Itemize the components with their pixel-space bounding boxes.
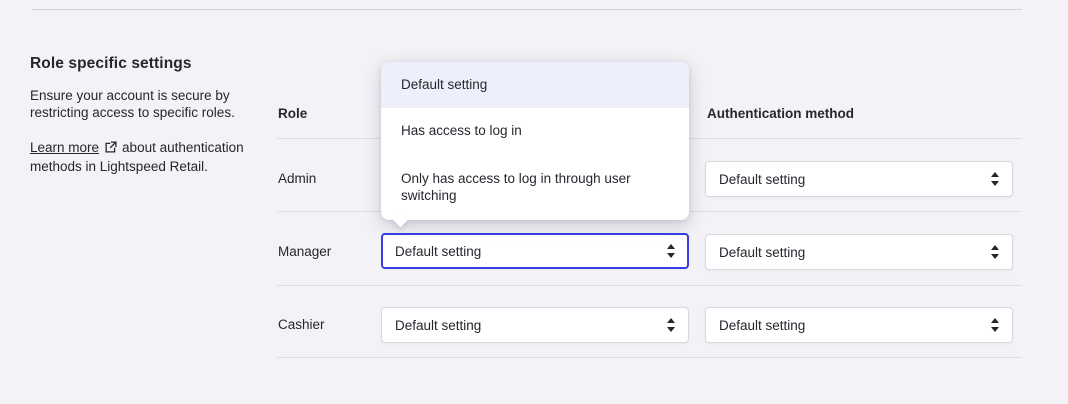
- select-arrows-icon: [991, 172, 999, 186]
- select-value: Default setting: [719, 244, 806, 260]
- select-arrows-icon: [667, 244, 675, 258]
- cashier-login-setting-select[interactable]: Default setting: [381, 307, 689, 343]
- select-value: Default setting: [719, 317, 806, 333]
- dropdown-option-default-setting[interactable]: Default setting: [381, 62, 689, 108]
- select-value: Default setting: [719, 171, 806, 187]
- row-divider: [277, 285, 1022, 286]
- page-top-divider: [32, 9, 1022, 10]
- select-value: Default setting: [395, 243, 482, 259]
- dropdown-option-has-access-to-log-in[interactable]: Has access to log in: [381, 108, 689, 155]
- section-description: Ensure your account is secure by restric…: [30, 88, 235, 120]
- column-header-authentication-method: Authentication method: [707, 106, 854, 121]
- select-arrows-icon: [991, 245, 999, 259]
- learn-more-line: Learn more about authentication methods i…: [30, 140, 244, 175]
- table-bottom-divider: [277, 357, 1022, 358]
- select-arrows-icon: [991, 318, 999, 332]
- external-link-icon: [104, 141, 117, 159]
- role-settings-intro: Role specific settings Ensure your accou…: [30, 54, 244, 175]
- row-label-cashier: Cashier: [278, 317, 325, 332]
- login-setting-dropdown-menu: Default setting Has access to log in Onl…: [381, 62, 689, 228]
- select-value: Default setting: [395, 317, 482, 333]
- learn-more-link[interactable]: Learn more: [30, 140, 101, 155]
- row-label-manager: Manager: [278, 244, 332, 259]
- section-title: Role specific settings: [30, 55, 192, 72]
- manager-login-setting-select[interactable]: Default setting: [381, 233, 689, 269]
- manager-authentication-method-select[interactable]: Default setting: [705, 234, 1013, 270]
- select-arrows-icon: [667, 318, 675, 332]
- admin-authentication-method-select[interactable]: Default setting: [705, 161, 1013, 197]
- row-label-admin: Admin: [278, 171, 317, 186]
- column-header-role: Role: [278, 106, 308, 121]
- dropdown-option-only-user-switching[interactable]: Only has access to log in through user s…: [381, 155, 689, 220]
- cashier-authentication-method-select[interactable]: Default setting: [705, 307, 1013, 343]
